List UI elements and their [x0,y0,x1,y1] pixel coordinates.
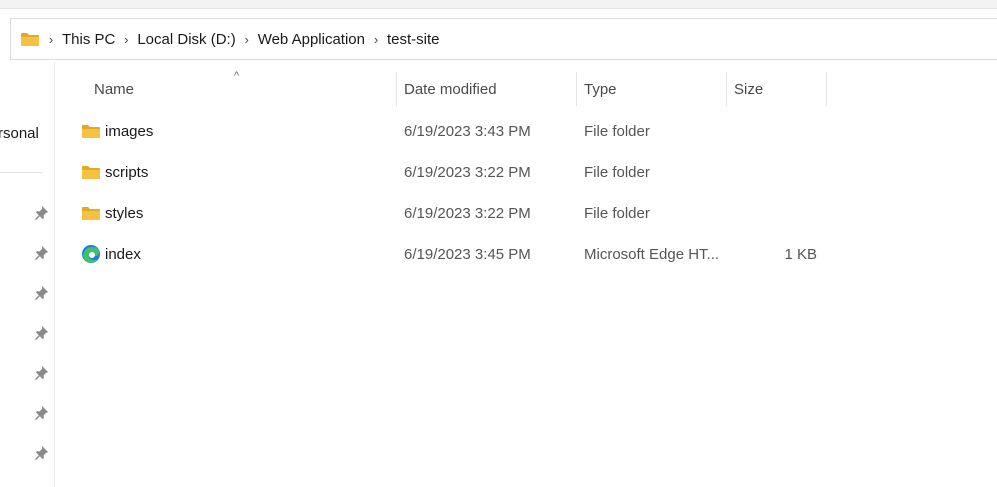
file-size [736,194,817,232]
file-date-modified: 6/19/2023 3:22 PM [404,163,531,181]
pin-icon[interactable] [33,245,49,261]
file-row[interactable]: scripts 6/19/2023 3:22 PM File folder [76,153,836,191]
file-name: scripts [105,163,149,181]
pin-icon[interactable] [33,365,49,381]
file-size [736,153,817,191]
file-date-modified: 6/19/2023 3:45 PM [404,245,531,263]
pin-icon[interactable] [33,285,49,301]
column-name[interactable]: Name [94,72,134,106]
file-name: index [105,245,141,263]
column-divider[interactable] [396,72,397,106]
column-size[interactable]: Size [734,72,763,106]
navigation-pane: rsonal [0,62,55,487]
sidebar-divider [0,172,42,173]
file-name: styles [105,204,144,222]
file-type: File folder [584,163,650,181]
file-size [736,112,817,150]
file-row[interactable]: images 6/19/2023 3:43 PM File folder [76,112,836,150]
file-date-modified: 6/19/2023 3:22 PM [404,204,531,222]
column-divider[interactable] [576,72,577,106]
edge-icon [80,235,102,273]
file-date-modified: 6/19/2023 3:43 PM [404,122,531,140]
title-strip [0,0,997,9]
folder-icon [20,31,40,47]
file-row[interactable]: styles 6/19/2023 3:22 PM File folder [76,194,836,232]
address-bar[interactable]: › This PC › Local Disk (D:) › Web Applic… [10,18,997,60]
column-type[interactable]: Type [584,72,617,106]
breadcrumb-test-site[interactable]: test-site [387,31,440,48]
column-header: ^ Name Date modified Type Size [80,70,840,108]
breadcrumb-this-pc[interactable]: This PC [62,31,115,48]
file-type: Microsoft Edge HT... [584,245,720,263]
column-divider[interactable] [826,72,827,106]
pin-icon[interactable] [33,445,49,461]
chevron-right-icon[interactable]: › [236,32,258,47]
chevron-right-icon[interactable]: › [115,32,137,47]
chevron-right-icon[interactable]: › [40,32,62,47]
folder-icon [80,194,102,232]
pin-icon[interactable] [33,325,49,341]
pin-icon[interactable] [33,405,49,421]
file-type: File folder [584,204,650,222]
file-row[interactable]: index 6/19/2023 3:45 PM Microsoft Edge HT.… [76,235,836,273]
column-divider[interactable] [726,72,727,106]
sidebar-item-personal[interactable]: rsonal [0,125,39,142]
file-type: File folder [584,122,650,140]
folder-icon [80,153,102,191]
sort-ascending-icon: ^ [234,70,240,82]
file-name: images [105,122,154,140]
column-date-modified[interactable]: Date modified [404,72,497,106]
breadcrumb-local-disk[interactable]: Local Disk (D:) [137,31,235,48]
chevron-right-icon[interactable]: › [365,32,387,47]
breadcrumb-web-application[interactable]: Web Application [258,31,365,48]
pin-icon[interactable] [33,205,49,221]
folder-icon [80,112,102,150]
file-size: 1 KB [784,245,817,263]
